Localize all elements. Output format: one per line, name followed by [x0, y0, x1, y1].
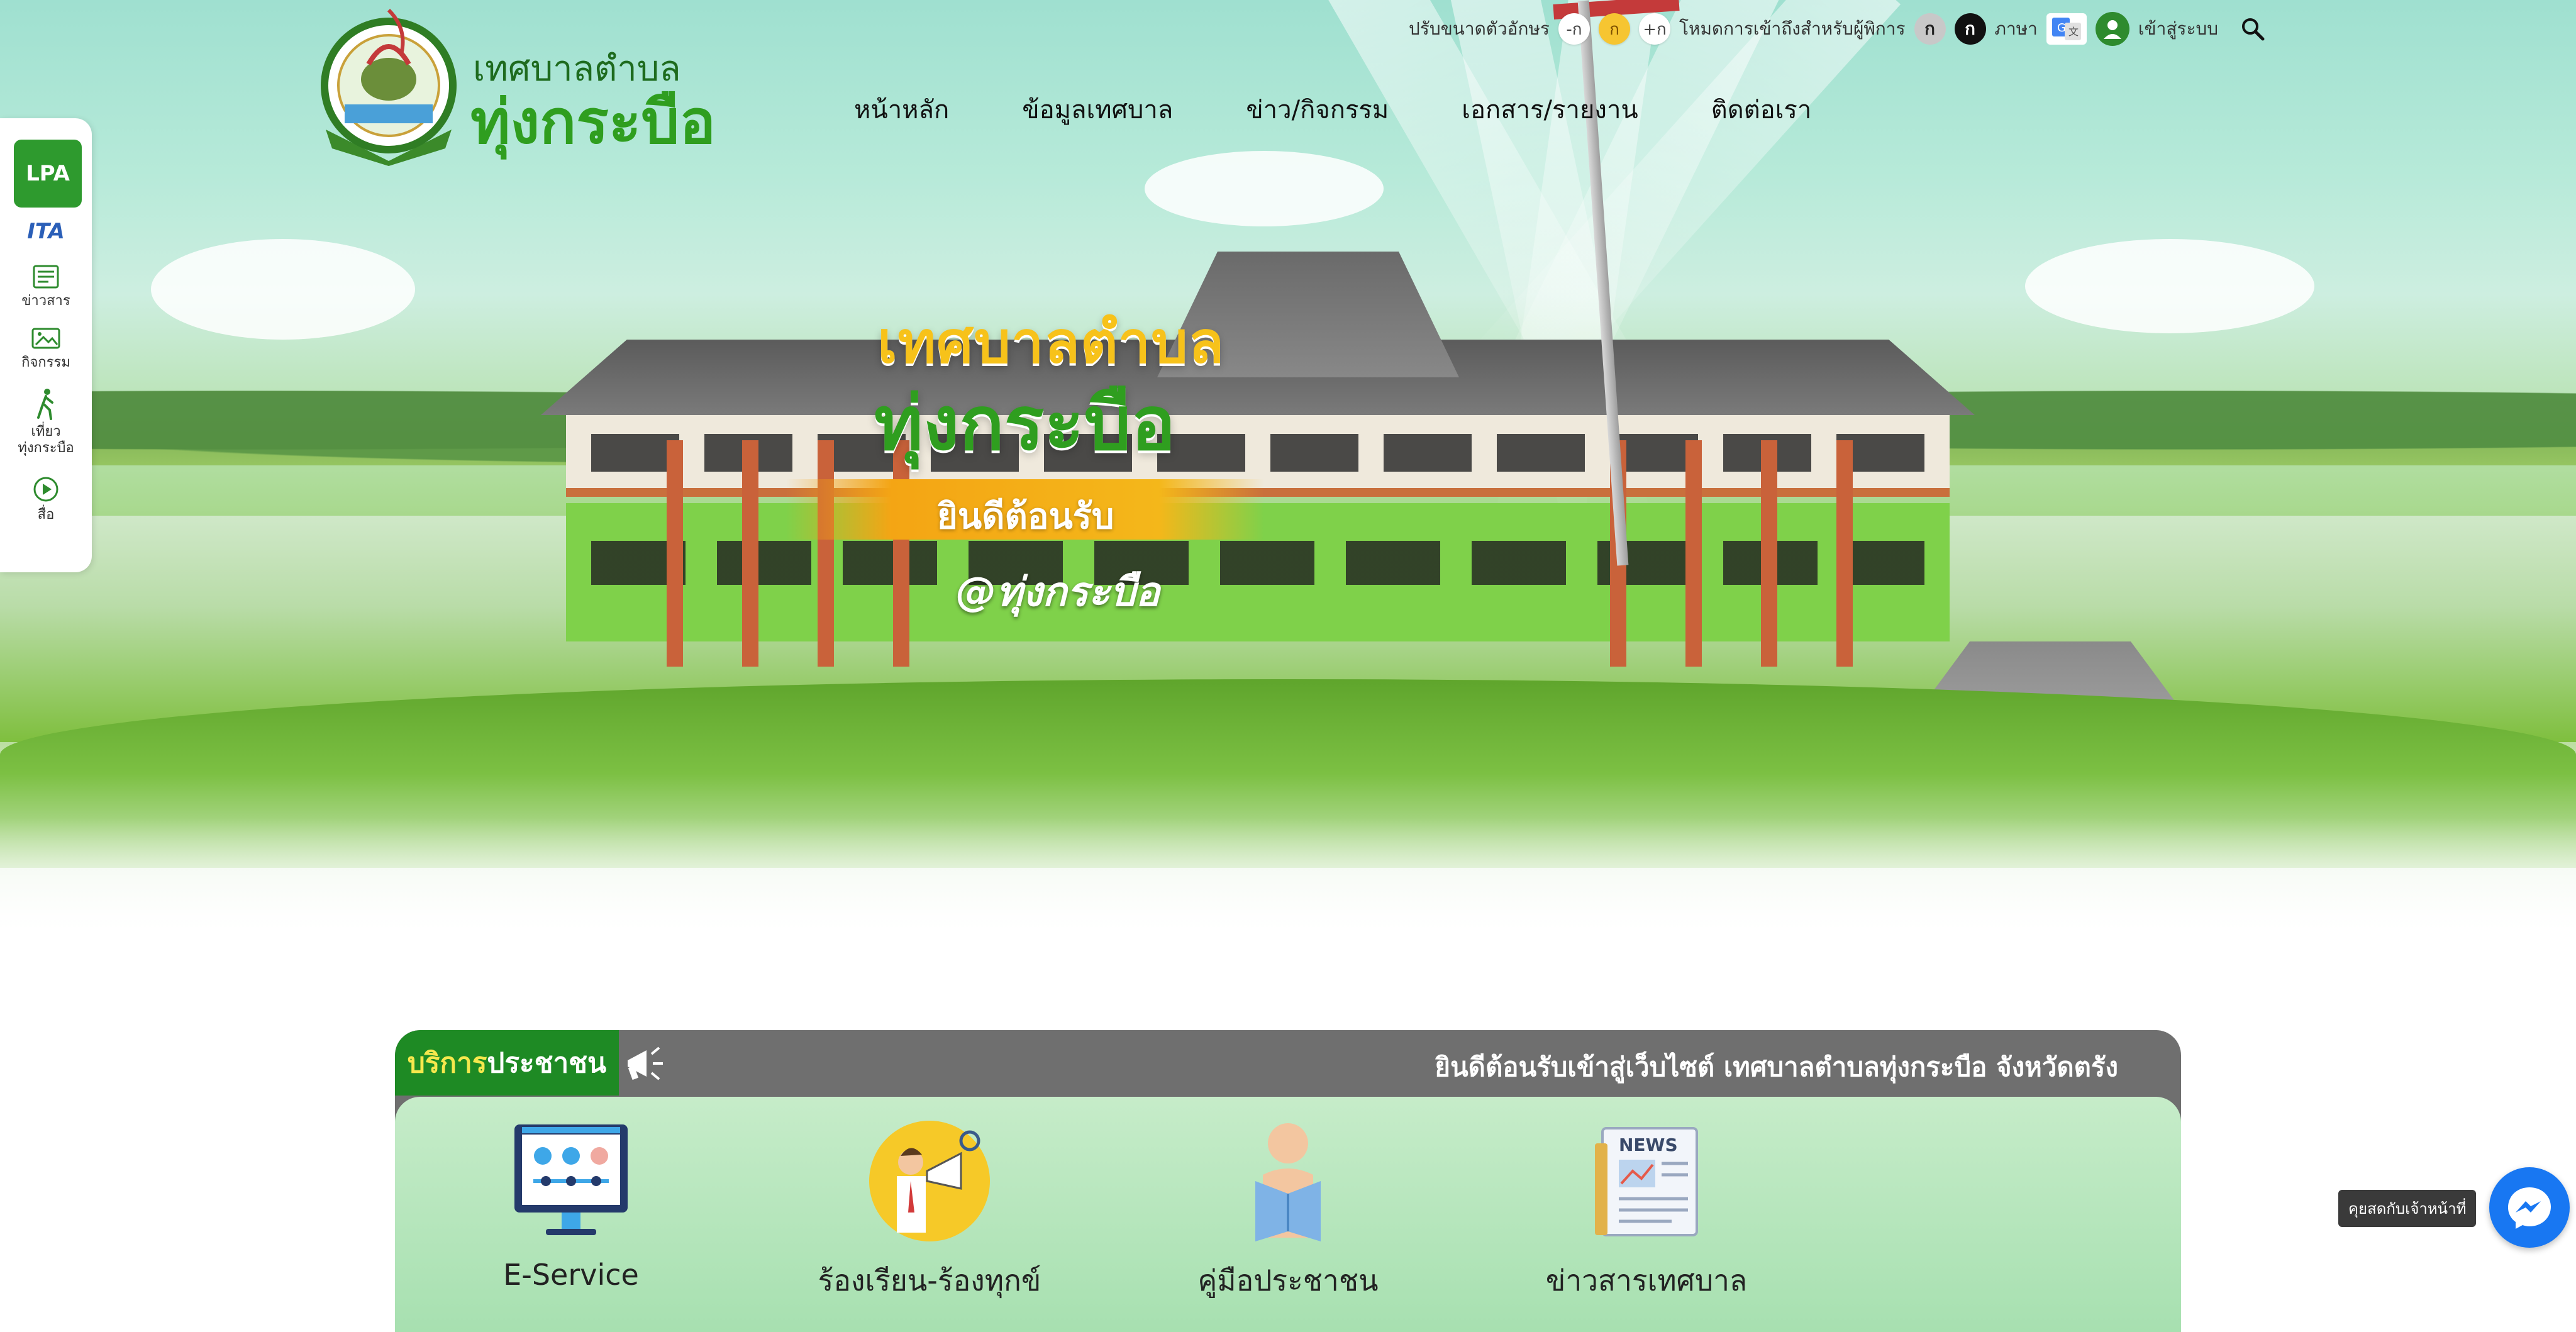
play-circle-icon — [33, 477, 58, 502]
nav-municipal-info[interactable]: ข้อมูลเทศบาล — [985, 89, 1209, 130]
public-services-panel: บริการ ประชาชน ยินดีต้อนรับเข้าสู่เว็บไซต… — [395, 1030, 2181, 1332]
search-icon[interactable] — [2236, 12, 2270, 46]
language-label: ภาษา — [1994, 18, 2038, 39]
live-chat-tooltip: คุยสดกับเจ้าหน้าที่ — [2338, 1190, 2477, 1227]
service-label: คู่มือประชาชน — [1197, 1263, 1379, 1297]
announcement-marquee: ยินดีต้อนรับเข้าสู่เว็บไซต์ เทศบาลตำบลทุ… — [1435, 1052, 2118, 1082]
person-reading-icon — [1255, 1123, 1321, 1241]
service-label: ข่าวสารเทศบาล — [1545, 1263, 1748, 1297]
services-tab[interactable]: บริการ ประชาชน — [395, 1030, 619, 1096]
service-label: ร้องเรียน-ร้องทุกข์ — [818, 1263, 1041, 1297]
sidebar-item-label: สื่อ — [37, 507, 55, 523]
font-normal-button[interactable]: ก — [1598, 13, 1630, 45]
nav-home[interactable]: หน้าหลัก — [818, 89, 985, 130]
services-tab-highlight: บริการ — [407, 1047, 487, 1079]
ita-link[interactable]: ITA — [0, 219, 92, 244]
sidebar-item-label: เที่ยว ทุ่งกระบือ — [18, 424, 74, 456]
megaphone-person-icon — [869, 1121, 990, 1241]
logo-text-line2: ทุ่งกระบือ — [470, 87, 716, 157]
main-nav: หน้าหลัก ข้อมูลเทศบาล ข่าว/กิจกรรม เอกสา… — [818, 89, 1848, 130]
image-gallery-icon — [31, 328, 60, 349]
svg-text:文: 文 — [2068, 26, 2079, 38]
service-e-service[interactable]: E-Service — [439, 1118, 703, 1292]
hero-title-line2: ทุ่งกระบือ — [874, 380, 1176, 467]
sidebar-item-activities[interactable]: กิจกรรม — [0, 326, 92, 371]
font-smaller-button[interactable]: -ก — [1558, 13, 1590, 45]
font-size-label: ปรับขนาดตัวอักษร — [1409, 18, 1550, 39]
svg-text:NEWS: NEWS — [1619, 1135, 1678, 1155]
sidebar-item-label: ข่าวสาร — [21, 293, 70, 309]
service-complaints[interactable]: ร้องเรียน-ร้องทุกข์ — [797, 1118, 1062, 1304]
user-icon[interactable] — [2095, 12, 2129, 46]
nav-news-activities[interactable]: ข่าว/กิจกรรม — [1209, 89, 1425, 130]
welcome-text: ยินดีต้อนรับ — [937, 496, 1114, 537]
hiker-icon — [37, 389, 53, 420]
ita-logo: ITA — [27, 219, 65, 244]
municipal-seal-logo[interactable] — [313, 4, 464, 167]
svg-text:G: G — [2057, 21, 2066, 35]
messenger-chat-button[interactable] — [2489, 1167, 2570, 1248]
messenger-icon — [2508, 1187, 2551, 1229]
utility-bar: ปรับขนาดตัวอักษร -ก ก +ก โหมดการเข้าถึงส… — [1409, 11, 2270, 47]
services-body: E-Service ร้องเรียน-ร้องทุกข์ คู่มือประช… — [395, 1097, 2181, 1332]
cloud — [151, 239, 415, 340]
sidebar-item-news[interactable]: ข่าวสาร — [0, 264, 92, 309]
font-larger-button[interactable]: +ก — [1638, 13, 1670, 45]
hashtag-text: @ทุ่งกระบือ — [956, 569, 1160, 616]
dark-mode-button[interactable]: ก — [1954, 13, 1986, 45]
megaphone-icon — [621, 1041, 665, 1085]
sidebar-item-media[interactable]: สื่อ — [0, 475, 92, 523]
cloud — [1145, 151, 1384, 226]
services-tab-rest: ประชาชน — [487, 1047, 607, 1079]
cloud — [2025, 239, 2314, 333]
nav-contact[interactable]: ติดต่อเรา — [1675, 89, 1848, 130]
login-link[interactable]: เข้าสู่ระบบ — [2138, 15, 2218, 43]
newspaper-icon — [33, 265, 59, 289]
newspaper-icon: NEWS — [1595, 1127, 1698, 1236]
municipal-building — [478, 252, 2251, 805]
sidebar-item-label: กิจกรรม — [21, 355, 70, 370]
quick-links-sidebar: LPA ITA ข่าวสาร กิจกรรม เที่ยว ทุ่งกระบื… — [0, 118, 92, 572]
service-citizen-manual[interactable]: คู่มือประชาชน — [1156, 1118, 1420, 1304]
lpa-button[interactable]: LPA — [14, 140, 82, 208]
service-municipal-news[interactable]: NEWS ข่าวสารเทศบาล — [1514, 1118, 1779, 1304]
grayscale-mode-button[interactable]: ก — [1914, 13, 1946, 45]
nav-documents-reports[interactable]: เอกสาร/รายงาน — [1425, 89, 1674, 130]
translate-icon[interactable]: G 文 — [2046, 13, 2087, 45]
sidebar-item-travel[interactable]: เที่ยว ทุ่งกระบือ — [0, 387, 92, 457]
monitor-checklist-icon — [514, 1124, 628, 1235]
fog-overlay — [0, 818, 2576, 981]
accessibility-label: โหมดการเข้าถึงสำหรับผู้พิการ — [1679, 18, 1906, 39]
service-label: E-Service — [503, 1258, 639, 1292]
